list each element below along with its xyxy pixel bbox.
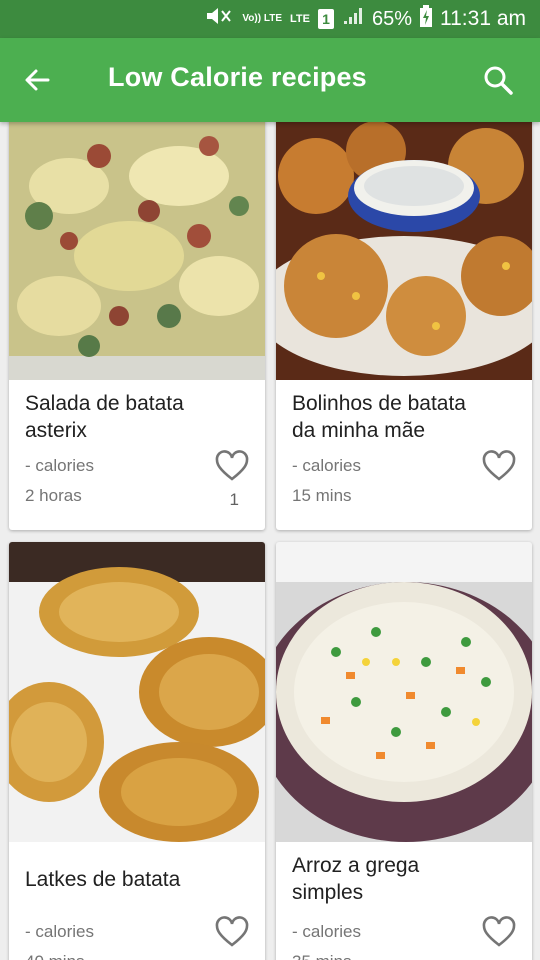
arrow-back-icon[interactable] (18, 60, 58, 100)
recipe-calories: - calories (25, 456, 94, 475)
recipe-title: Salada de batata asterix (25, 390, 184, 444)
volte-icon: Vo)) LTE (242, 13, 282, 24)
favorite-heart-icon[interactable] (482, 450, 516, 482)
recipe-title-line: da minha mãe (292, 419, 426, 442)
recipe-title: Bolinhos de batata da minha mãe (292, 390, 466, 444)
recipe-title: Arroz a grega simples (292, 852, 419, 906)
lte-icon: LTE (290, 13, 310, 25)
recipe-card[interactable]: Latkes de batata - calories 40 mins (9, 542, 265, 960)
recipe-calories: - calories (292, 922, 361, 941)
recipe-image (276, 122, 532, 380)
recipe-title-line: Bolinhos de batata (292, 392, 466, 415)
recipe-title-line: asterix (25, 419, 87, 442)
sim-slot-icon: 1 (317, 9, 334, 29)
recipe-image (9, 122, 265, 380)
clock: 11:31 am (440, 7, 526, 30)
recipe-image (9, 542, 265, 842)
recipe-card[interactable]: Salada de batata asterix - calories 2 ho… (9, 122, 265, 530)
recipe-calories: - calories (25, 922, 94, 941)
likes-count: 1 (229, 490, 239, 509)
recipe-time: 2 horas (25, 486, 82, 505)
recipe-card[interactable]: Arroz a grega simples - calories 35 mins (276, 542, 532, 960)
battery-percent: 65% (371, 7, 412, 30)
recipe-title-line: simples (292, 881, 364, 904)
page-title: Low Calorie recipes (108, 62, 367, 92)
recipe-grid: Salada de batata asterix - calories 2 ho… (0, 122, 540, 960)
recipe-calories: - calories (292, 456, 361, 475)
recipe-time: 40 mins (25, 952, 85, 960)
recipe-title-line: Salada de batata (25, 392, 184, 415)
favorite-heart-icon[interactable] (482, 916, 516, 948)
recipe-image (276, 542, 532, 842)
signal-icon (342, 6, 364, 32)
recipe-time: 35 mins (292, 952, 352, 960)
recipe-title: Latkes de batata (25, 866, 180, 893)
favorite-heart-icon[interactable] (215, 450, 249, 482)
recipe-time: 15 mins (292, 486, 352, 505)
status-bar: Vo)) LTE LTE 1 65% 11:31 am (0, 0, 540, 38)
mute-icon (204, 5, 234, 33)
recipe-card[interactable]: Bolinhos de batata da minha mãe - calori… (276, 122, 532, 530)
favorite-heart-icon[interactable] (215, 916, 249, 948)
battery-charging-icon (420, 5, 432, 33)
search-icon[interactable] (478, 60, 518, 100)
recipe-title-line: Latkes de batata (25, 868, 181, 891)
status-icons: Vo)) LTE LTE 1 65% 11:31 am (204, 0, 526, 38)
recipe-title-line: Arroz a grega (292, 854, 420, 877)
app-bar: Low Calorie recipes (0, 38, 540, 122)
